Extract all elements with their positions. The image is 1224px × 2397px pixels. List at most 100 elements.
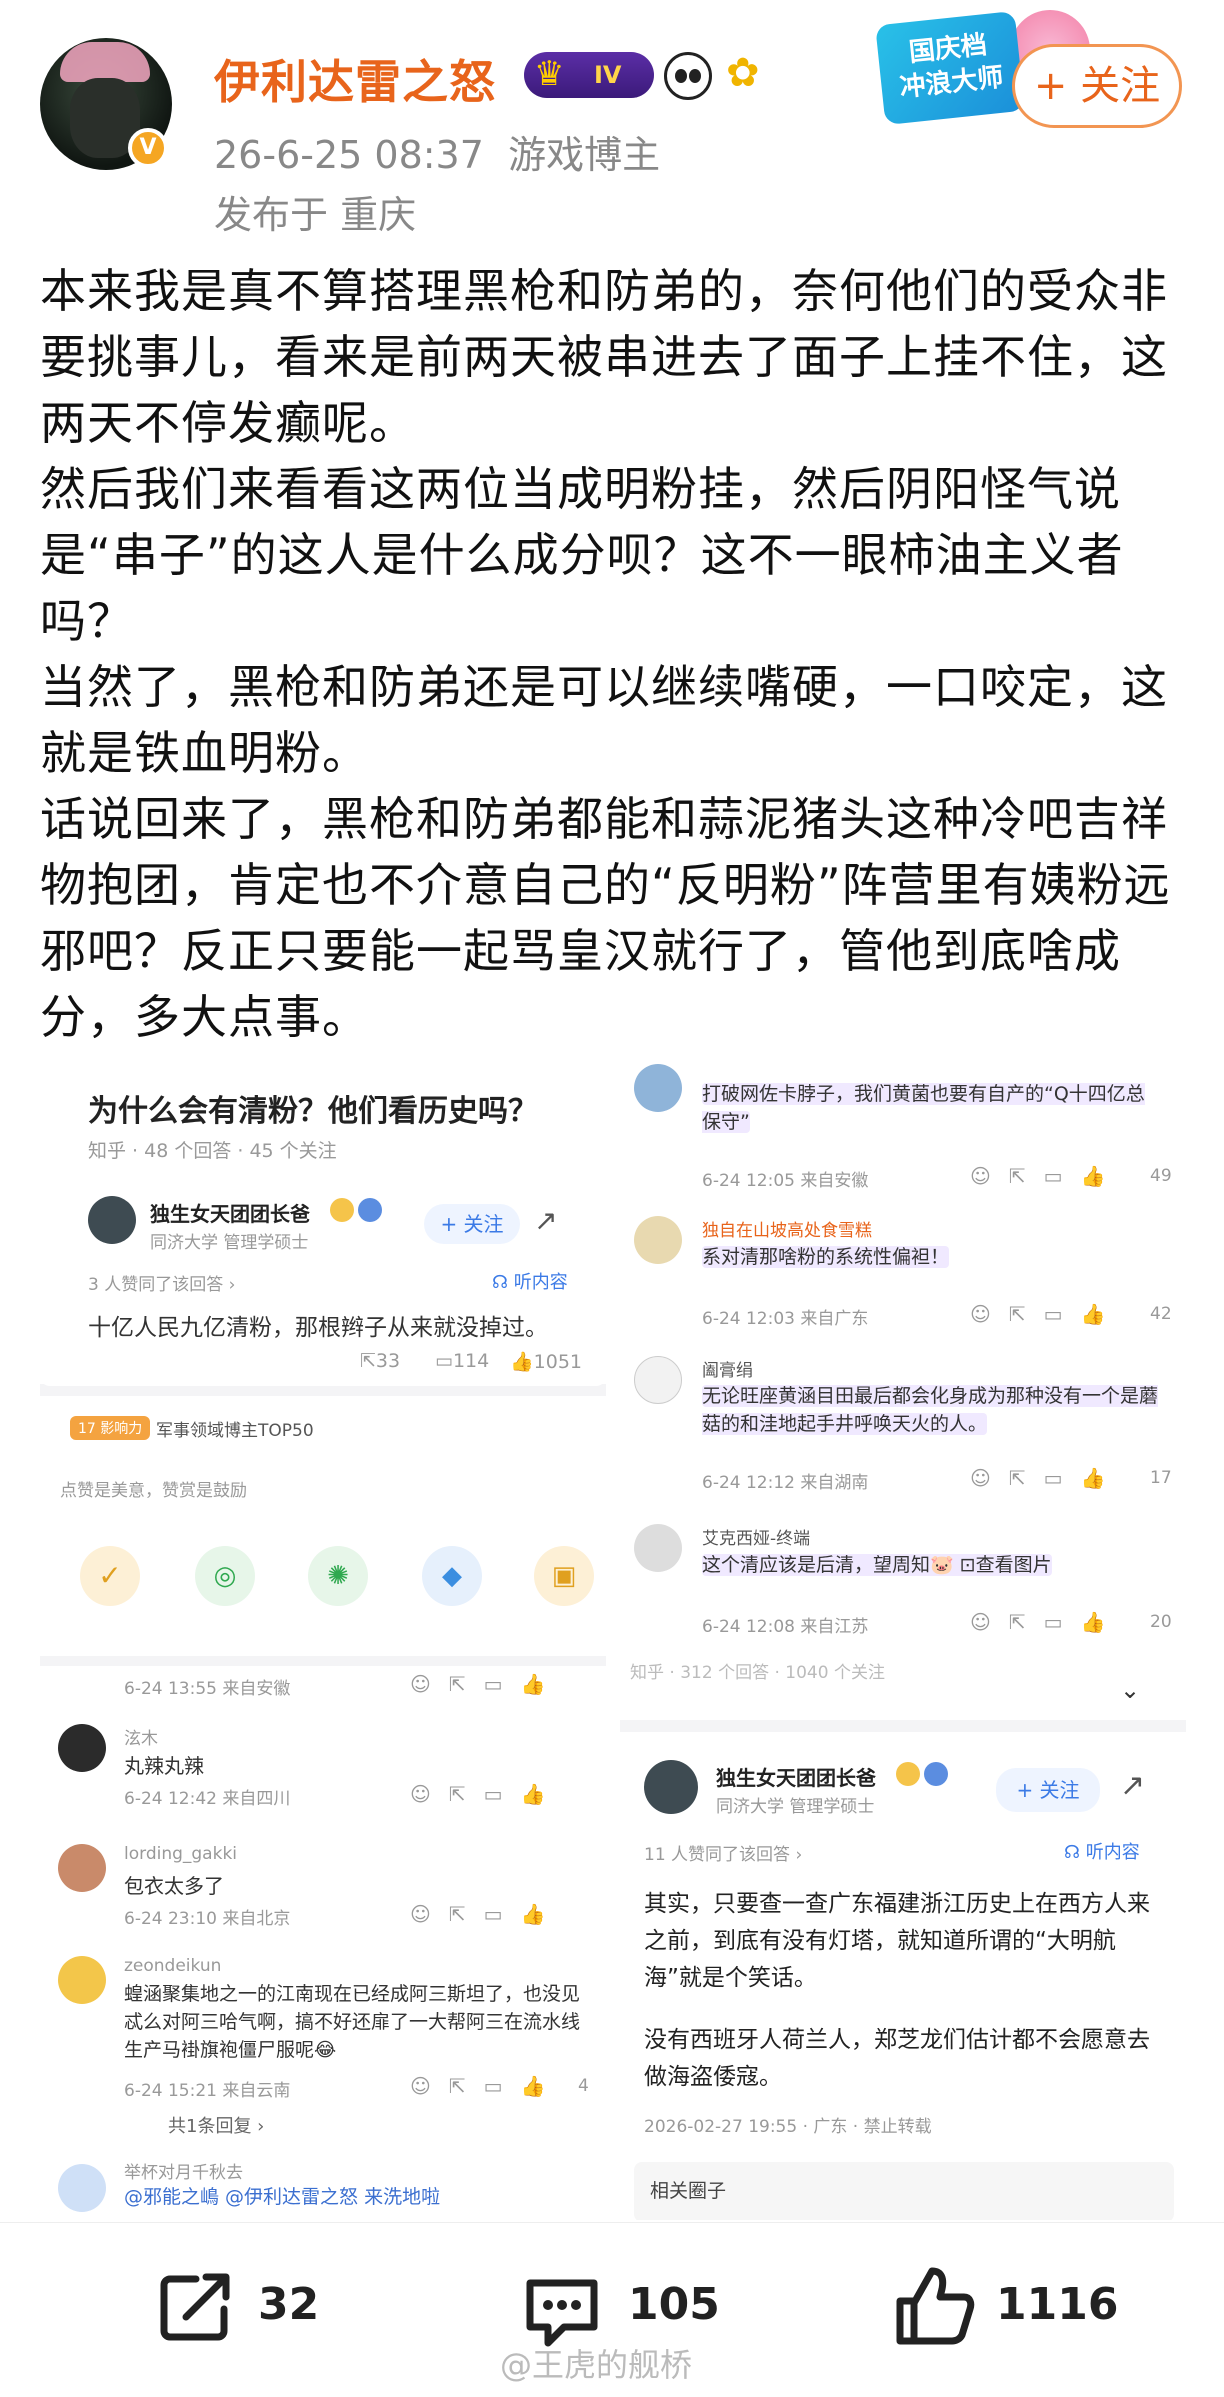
comment-meta: 6-24 23:10 来自北京 xyxy=(124,1909,291,1929)
like-stat[interactable]: 👍1051 xyxy=(510,1350,582,1373)
comment-stat-count: 114 xyxy=(452,1350,490,1372)
post-paragraph: 话说回来了，黑枪和防弟都能和蒜泥猪头这种冷吧吉祥物抱团，肯定也不介意自己的“反明… xyxy=(40,792,1171,1044)
share-icon[interactable]: ↗ xyxy=(1120,1768,1145,1803)
poster-icon[interactable]: ▣ xyxy=(534,1546,594,1606)
share-button[interactable] xyxy=(156,2269,236,2345)
level-label: IV xyxy=(594,61,622,89)
comment-like-count: 17 xyxy=(1150,1468,1172,1488)
share-count: 32 xyxy=(258,2279,320,2330)
comment-meta: 6-24 12:12 来自湖南 xyxy=(702,1473,869,1493)
comment-text: 这个清应该是后清，望周知🐷 ⊡查看图片 xyxy=(702,1550,1052,1577)
commenter-name[interactable]: zeondeikun xyxy=(124,1956,221,1976)
like-count: 1116 xyxy=(996,2279,1119,2330)
username[interactable]: 伊利达雷之怒 xyxy=(214,46,496,112)
comment-meta: 6-24 12:08 来自江苏 xyxy=(702,1617,869,1637)
question-card: 为什么会有清粉？他们看历史吗？ 知乎 · 48 个回答 · 45 个关注 独生女… xyxy=(40,1056,606,1386)
panda-icon xyxy=(664,52,712,100)
commenter-avatar[interactable] xyxy=(634,1524,682,1572)
level-badge: ♛ IV xyxy=(524,52,654,98)
comment-text: 无论旺座黄涵目田最后都会化身成为那种没有一个是蘑菇的和洼地起手井呼唤天火的人。 xyxy=(702,1382,1162,1438)
reward-section: 17 影响力 军事领域博主TOP50 点赞是美意，赞赏是鼓励 ✓ ◎ ✺ ◆ ▣ xyxy=(40,1396,606,1656)
reply-count-link[interactable]: 共1条回复 › xyxy=(168,2112,264,2138)
chevron-down-icon[interactable]: ⌄ xyxy=(1120,1676,1140,1704)
share-stat[interactable]: ⇱33 xyxy=(360,1350,400,1372)
avatar-cat-ears xyxy=(60,42,150,82)
commenter-avatar[interactable] xyxy=(634,1216,682,1264)
share-icon[interactable]: ↗ xyxy=(534,1204,557,1237)
follow-author-button[interactable]: + 关注 xyxy=(996,1768,1100,1812)
author-badge-icon xyxy=(896,1762,920,1786)
commenter-avatar[interactable] xyxy=(58,1844,106,1892)
domain-rank: 军事领域博主TOP50 xyxy=(156,1421,314,1441)
share-stat-count: 33 xyxy=(375,1350,401,1372)
comment-like-count: 4 xyxy=(578,2076,589,2096)
commenter-name[interactable]: lording_gakki xyxy=(124,1844,237,1864)
headphone-icon: ☊ xyxy=(1064,1842,1086,1863)
agree-count[interactable]: 11 人赞同了该回答 › xyxy=(644,1840,802,1865)
qq-icon[interactable]: ◆ xyxy=(422,1546,482,1606)
commenter-avatar[interactable] xyxy=(634,1356,682,1404)
comment-actions[interactable]: ☺⇱▭👍 xyxy=(970,1466,1123,1490)
comment-highlight: 打破网佐卡脖子，我们黄菌也要有自产的“Q十四亿总保守” xyxy=(702,1083,1145,1133)
post-timestamp: 26-6-25 08:37 xyxy=(214,133,484,177)
related-circles[interactable]: 相关圈子 xyxy=(634,2162,1174,2220)
follow-button[interactable]: + 关注 xyxy=(1012,44,1182,128)
answer-card-right: 独生女天团团长爸 同济大学 管理学硕士 + 关注 ↗ 11 人赞同了该回答 › … xyxy=(620,1732,1186,2220)
comment-like-count: 49 xyxy=(1150,1166,1172,1186)
comment-actions[interactable]: ☺⇱▭👍 xyxy=(970,1164,1123,1188)
thumbs-up-icon xyxy=(896,2267,975,2345)
moments-icon[interactable]: ✺ xyxy=(308,1546,368,1606)
comment-meta: 6-24 15:21 来自云南 xyxy=(124,2081,291,2101)
commenter-name[interactable]: 泫木 xyxy=(124,1724,158,1749)
embedded-screenshot-left[interactable]: 为什么会有清粉？他们看历史吗？ 知乎 · 48 个回答 · 45 个关注 独生女… xyxy=(40,1056,606,2220)
commenter-avatar[interactable] xyxy=(58,1724,106,1772)
wechat-icon[interactable]: ◎ xyxy=(195,1546,255,1606)
author-badge-icon xyxy=(330,1198,354,1222)
follow-author-button[interactable]: + 关注 xyxy=(424,1204,520,1244)
agree-count[interactable]: 3 人赞同了该回答 › xyxy=(88,1270,235,1295)
answer-meta: 2026-02-27 19:55 · 广东 · 禁止转载 xyxy=(644,2117,932,2137)
author-badge-icon xyxy=(924,1762,948,1786)
embedded-screenshot-right[interactable]: 打破网佐卡脖子，我们黄菌也要有自产的“Q十四亿总保守” 6-24 12:05 来… xyxy=(620,1056,1186,2220)
author-badge-icon xyxy=(358,1198,382,1222)
answer-text: 十亿人民九亿清粉，那根辫子从来就没掉过。 xyxy=(88,1315,548,1341)
author-desc: 同济大学 管理学硕士 xyxy=(716,1797,875,1817)
comment-text: 丸辣丸辣 xyxy=(124,1754,204,1778)
listen-button[interactable]: ☊ 听内容 xyxy=(1064,1838,1140,1864)
post-paragraph: 然后我们来看看这两位当成明粉挂，然后阴阳怪气说是“串子”的这人是什么成分呗？这不… xyxy=(40,462,1124,648)
reward-icon[interactable]: ✓ xyxy=(80,1546,140,1606)
question-meta: 知乎 · 48 个回答 · 45 个关注 xyxy=(88,1140,337,1162)
commenter-avatar[interactable] xyxy=(634,1064,682,1112)
post-header: V 伊利达雷之怒 ♛ IV ✿ 26-6-25 08:37 游戏博主 发布于 重庆… xyxy=(0,0,1224,240)
comment-actions[interactable]: ☺⇱▭👍 xyxy=(970,1302,1123,1326)
commenter-name[interactable]: 举杯对月千秋去 xyxy=(124,2158,243,2183)
answer-author[interactable]: 独生女天团团长爸 xyxy=(150,1198,310,1227)
commenter-avatar[interactable] xyxy=(58,1956,106,2004)
post-location: 发布于 重庆 xyxy=(214,193,417,237)
comment-meta: 6-24 12:05 来自安徽 xyxy=(702,1171,869,1191)
author-avatar[interactable] xyxy=(88,1196,136,1244)
post-paragraph: 当然了，黑枪和防弟还是可以继续嘴硬，一口咬定，这就是铁血明粉。 xyxy=(40,660,1168,780)
listen-label: 听内容 xyxy=(1085,1842,1140,1863)
answer-author[interactable]: 独生女天团团长爸 xyxy=(716,1762,876,1791)
question-title[interactable]: 为什么会有清粉？他们看历史吗？ xyxy=(88,1086,538,1130)
comment-actions[interactable]: ☺⇱▭👍 xyxy=(410,1782,563,1806)
comment-highlight: 无论旺座黄涵目田最后都会化身成为那种没有一个是蘑菇的和洼地起手井呼唤天火的人。 xyxy=(702,1385,1159,1435)
comment-text: 包衣太多了 xyxy=(124,1874,224,1898)
listen-button[interactable]: ☊ 听内容 xyxy=(492,1268,568,1294)
commenter-name[interactable]: 独自在山坡高处食雪糕 xyxy=(702,1216,872,1241)
comment-actions[interactable]: ☺⇱▭👍 xyxy=(410,1672,563,1696)
like-button[interactable] xyxy=(892,2263,978,2349)
author-avatar[interactable] xyxy=(644,1760,698,1814)
commenter-name[interactable]: 阖膏绢 xyxy=(702,1356,753,1381)
answer-paragraph: 其实，只要查一查广东福建浙江历史上在西方人来之前，到底有没有灯塔，就知道所谓的“… xyxy=(644,1891,1150,1991)
comment-actions[interactable]: ☺⇱▭👍 xyxy=(410,2074,563,2098)
comment-actions[interactable]: ☺⇱▭👍 xyxy=(970,1610,1123,1634)
commenter-name[interactable]: 艾克西娅-终端 xyxy=(702,1524,810,1549)
post-meta: 26-6-25 08:37 游戏博主 xyxy=(214,124,660,179)
comment-stat[interactable]: ▭114 xyxy=(435,1350,489,1372)
share-icon xyxy=(160,2273,230,2341)
promo-badge[interactable]: 国庆档 冲浪大师 xyxy=(875,10,1025,126)
commenter-avatar[interactable] xyxy=(58,2164,106,2212)
comment-actions[interactable]: ☺⇱▭👍 xyxy=(410,1902,563,1926)
